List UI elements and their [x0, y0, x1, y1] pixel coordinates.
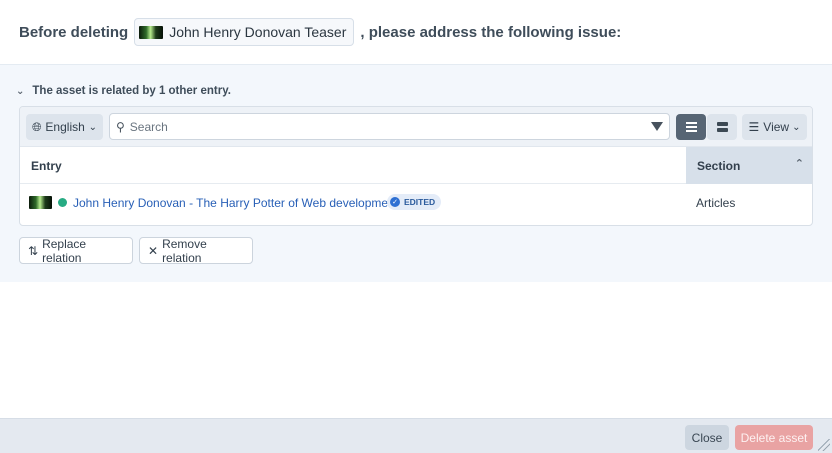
asset-title: John Henry Donovan Teaser — [169, 24, 347, 40]
modal-footer: Close Delete asset — [0, 418, 832, 453]
view-menu-button[interactable]: ☰ View ⌄ — [742, 114, 807, 140]
delete-asset-modal: Before deleting John Henry Donovan Tease… — [0, 0, 832, 453]
site-label: English — [45, 120, 85, 134]
card-view-button[interactable] — [707, 114, 737, 140]
list-view-icon — [685, 122, 697, 132]
column-header-entry[interactable]: Entry — [31, 159, 62, 173]
column-header-section-label: Section — [697, 159, 741, 173]
remove-relation-button[interactable]: ✕ Remove relation — [139, 236, 253, 265]
issue-panel: ⌄ The asset is related by 1 other entry.… — [0, 64, 832, 282]
globe-icon: 🌐︎ — [32, 119, 42, 134]
entry-thumbnail — [29, 196, 52, 209]
view-menu-label: View — [763, 120, 790, 134]
index-toolbar: 🌐︎ English ⌄ ⚲ Search ☰ View ⌄ — [20, 107, 812, 147]
resize-handle[interactable] — [818, 439, 830, 451]
table-row: John Henry Donovan - The Harry Potter of… — [20, 184, 812, 222]
edited-badge: ✓ EDITED — [387, 194, 442, 210]
sliders-icon: ☰ — [748, 120, 760, 134]
issue-toggle[interactable]: ⌄ The asset is related by 1 other entry. — [16, 85, 231, 97]
asset-chip[interactable]: John Henry Donovan Teaser — [134, 18, 355, 46]
issue-title: The asset is related by 1 other entry. — [32, 85, 231, 97]
card-view-icon — [716, 122, 728, 132]
replace-relation-button[interactable]: ⇅ Replace relation — [19, 236, 133, 265]
remove-relation-label: Remove relation — [162, 236, 207, 265]
delete-asset-button[interactable]: Delete asset — [735, 425, 813, 450]
search-placeholder: Search — [129, 119, 168, 134]
replace-relation-label: Replace relation — [42, 236, 87, 265]
entry-link[interactable]: John Henry Donovan - The Harry Potter of… — [73, 196, 398, 210]
status-live-icon — [58, 198, 67, 207]
header-prefix: Before deleting — [19, 23, 129, 41]
chevron-down-icon: ⌄ — [88, 121, 97, 133]
modal-header: Before deleting John Henry Donovan Tease… — [0, 0, 832, 64]
header-suffix: , please address the following issue: — [360, 23, 622, 41]
related-entries-index: 🌐︎ English ⌄ ⚲ Search ☰ View ⌄ Entry Sec… — [19, 106, 813, 226]
site-menu-button[interactable]: 🌐︎ English ⌄ — [26, 114, 103, 140]
section-cell: Articles — [696, 196, 736, 210]
chevron-down-icon: ⌄ — [16, 85, 25, 97]
badge-label: EDITED — [404, 197, 436, 207]
chevron-down-icon: ⌄ — [792, 121, 801, 133]
close-button[interactable]: Close — [685, 425, 729, 450]
check-circle-icon: ✓ — [390, 197, 400, 207]
x-icon: ✕ — [148, 243, 159, 258]
asset-thumbnail — [139, 25, 164, 39]
search-icon: ⚲ — [116, 119, 125, 134]
table-header: Entry Section ⌃ — [20, 147, 812, 184]
sort-ascending-icon: ⌃ — [794, 158, 804, 170]
filter-icon[interactable] — [651, 122, 663, 131]
swap-arrows-icon: ⇅ — [28, 243, 39, 258]
column-header-section[interactable]: Section ⌃ — [686, 147, 812, 184]
search-field[interactable]: ⚲ Search — [109, 113, 670, 140]
list-view-button[interactable] — [676, 114, 706, 140]
